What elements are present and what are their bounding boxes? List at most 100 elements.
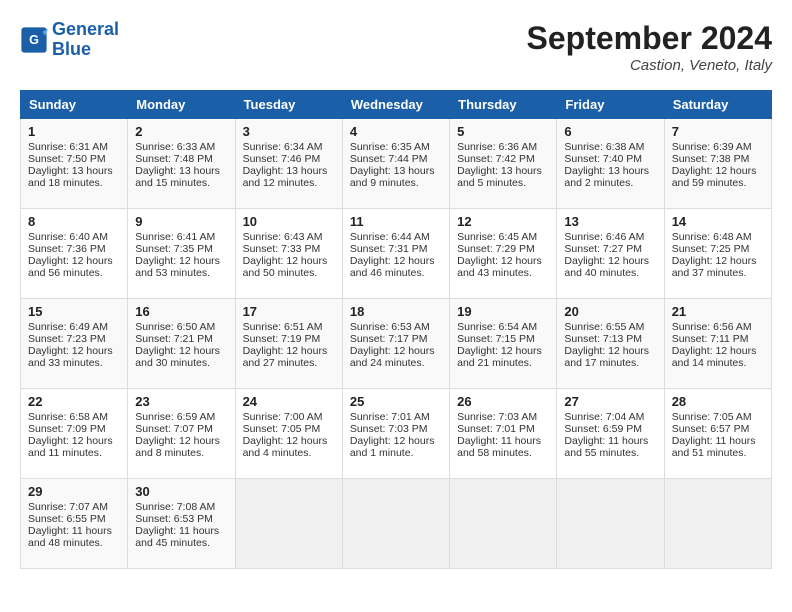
day-detail: Daylight: 11 hours xyxy=(135,525,227,537)
day-detail: Sunset: 7:19 PM xyxy=(243,333,335,345)
calendar-cell: 25 Sunrise: 7:01 AMSunset: 7:03 PMDayligh… xyxy=(342,389,449,479)
day-detail: Sunrise: 6:36 AM xyxy=(457,141,549,153)
day-detail: Daylight: 12 hours xyxy=(350,255,442,267)
day-detail: Sunset: 6:53 PM xyxy=(135,513,227,525)
day-detail: Sunrise: 6:54 AM xyxy=(457,321,549,333)
day-detail: and 37 minutes. xyxy=(672,267,764,279)
day-detail: and 21 minutes. xyxy=(457,357,549,369)
day-number: 12 xyxy=(457,214,549,229)
logo-icon: G xyxy=(20,26,48,54)
day-number: 19 xyxy=(457,304,549,319)
day-detail: Daylight: 12 hours xyxy=(672,165,764,177)
day-number: 25 xyxy=(350,394,442,409)
calendar-cell: 8Sunrise: 6:40 AMSunset: 7:36 PMDaylight… xyxy=(21,209,128,299)
calendar-cell: 4Sunrise: 6:35 AMSunset: 7:44 PMDaylight… xyxy=(342,119,449,209)
day-detail: Sunrise: 7:04 AM xyxy=(564,411,656,423)
calendar-cell: 14Sunrise: 6:48 AMSunset: 7:25 PMDayligh… xyxy=(664,209,771,299)
calendar-cell: 24Sunrise: 7:00 AMSunset: 7:05 PMDayligh… xyxy=(235,389,342,479)
day-detail: Sunset: 6:55 PM xyxy=(28,513,120,525)
title-block: September 2024 Castion, Veneto, Italy xyxy=(527,20,772,74)
day-detail: Daylight: 12 hours xyxy=(457,345,549,357)
day-detail: and 8 minutes. xyxy=(135,447,227,459)
day-detail: and 51 minutes. xyxy=(672,447,764,459)
day-detail: Sunset: 6:59 PM xyxy=(564,423,656,435)
day-number: 27 xyxy=(564,394,656,409)
calendar-header-row: Sunday Monday Tuesday Wednesday Thursday… xyxy=(21,91,772,119)
day-detail: Sunset: 7:11 PM xyxy=(672,333,764,345)
day-detail: Sunset: 7:42 PM xyxy=(457,153,549,165)
day-detail: Sunset: 7:13 PM xyxy=(564,333,656,345)
day-detail: Sunset: 7:35 PM xyxy=(135,243,227,255)
day-detail: and 56 minutes. xyxy=(28,267,120,279)
day-detail: Daylight: 12 hours xyxy=(350,435,442,447)
day-number: 30 xyxy=(135,484,227,499)
day-number: 15 xyxy=(28,304,120,319)
day-detail: Sunrise: 6:34 AM xyxy=(243,141,335,153)
day-detail: Sunrise: 6:31 AM xyxy=(28,141,120,153)
day-detail: Daylight: 12 hours xyxy=(243,435,335,447)
day-detail: Sunrise: 7:01 AM xyxy=(350,411,442,423)
day-detail: and 2 minutes. xyxy=(564,177,656,189)
day-detail: and 4 minutes. xyxy=(243,447,335,459)
day-number: 29 xyxy=(28,484,120,499)
day-detail: Sunrise: 6:49 AM xyxy=(28,321,120,333)
calendar-cell: 11Sunrise: 6:44 AMSunset: 7:31 PMDayligh… xyxy=(342,209,449,299)
day-detail: Daylight: 11 hours xyxy=(672,435,764,447)
day-detail: Daylight: 13 hours xyxy=(564,165,656,177)
day-number: 14 xyxy=(672,214,764,229)
day-number: 3 xyxy=(243,124,335,139)
day-detail: Sunrise: 7:07 AM xyxy=(28,501,120,513)
day-number: 22 xyxy=(28,394,120,409)
day-detail: and 33 minutes. xyxy=(28,357,120,369)
calendar-row: 1Sunrise: 6:31 AMSunset: 7:50 PMDaylight… xyxy=(21,119,772,209)
day-detail: Sunrise: 6:51 AM xyxy=(243,321,335,333)
calendar-cell: 7Sunrise: 6:39 AMSunset: 7:38 PMDaylight… xyxy=(664,119,771,209)
day-detail: Sunset: 7:21 PM xyxy=(135,333,227,345)
day-detail: Sunset: 7:29 PM xyxy=(457,243,549,255)
day-number: 5 xyxy=(457,124,549,139)
day-detail: Sunrise: 7:08 AM xyxy=(135,501,227,513)
col-thursday: Thursday xyxy=(450,91,557,119)
day-detail: and 43 minutes. xyxy=(457,267,549,279)
calendar-cell: 22Sunrise: 6:58 AMSunset: 7:09 PMDayligh… xyxy=(21,389,128,479)
day-number: 13 xyxy=(564,214,656,229)
calendar-cell xyxy=(235,479,342,569)
day-detail: and 27 minutes. xyxy=(243,357,335,369)
day-detail: Sunset: 7:36 PM xyxy=(28,243,120,255)
day-detail: and 30 minutes. xyxy=(135,357,227,369)
col-monday: Monday xyxy=(128,91,235,119)
calendar-cell xyxy=(342,479,449,569)
calendar-cell xyxy=(664,479,771,569)
day-detail: Sunrise: 6:45 AM xyxy=(457,231,549,243)
day-detail: Sunset: 7:03 PM xyxy=(350,423,442,435)
day-detail: and 5 minutes. xyxy=(457,177,549,189)
day-number: 20 xyxy=(564,304,656,319)
day-detail: Sunrise: 6:46 AM xyxy=(564,231,656,243)
day-detail: Daylight: 12 hours xyxy=(28,255,120,267)
day-detail: Sunrise: 7:00 AM xyxy=(243,411,335,423)
calendar-cell: 21Sunrise: 6:56 AMSunset: 7:11 PMDayligh… xyxy=(664,299,771,389)
day-detail: and 58 minutes. xyxy=(457,447,549,459)
day-detail: and 1 minute. xyxy=(350,447,442,459)
day-detail: Daylight: 12 hours xyxy=(135,255,227,267)
day-detail: and 14 minutes. xyxy=(672,357,764,369)
day-detail: Sunset: 7:44 PM xyxy=(350,153,442,165)
day-detail: Sunset: 7:48 PM xyxy=(135,153,227,165)
day-detail: Sunset: 7:15 PM xyxy=(457,333,549,345)
calendar-cell: 5Sunrise: 6:36 AMSunset: 7:42 PMDaylight… xyxy=(450,119,557,209)
calendar-cell: 17Sunrise: 6:51 AMSunset: 7:19 PMDayligh… xyxy=(235,299,342,389)
day-detail: Daylight: 11 hours xyxy=(457,435,549,447)
day-detail: and 48 minutes. xyxy=(28,537,120,549)
day-detail: Sunrise: 7:03 AM xyxy=(457,411,549,423)
month-title: September 2024 xyxy=(527,20,772,57)
day-detail: Sunrise: 6:33 AM xyxy=(135,141,227,153)
day-detail: Daylight: 12 hours xyxy=(135,345,227,357)
col-sunday: Sunday xyxy=(21,91,128,119)
day-detail: and 17 minutes. xyxy=(564,357,656,369)
day-detail: Daylight: 13 hours xyxy=(243,165,335,177)
calendar-cell: 20Sunrise: 6:55 AMSunset: 7:13 PMDayligh… xyxy=(557,299,664,389)
calendar-cell: 28Sunrise: 7:05 AMSunset: 6:57 PMDayligh… xyxy=(664,389,771,479)
day-detail: Sunset: 7:40 PM xyxy=(564,153,656,165)
day-detail: Sunrise: 6:50 AM xyxy=(135,321,227,333)
calendar-cell: 12Sunrise: 6:45 AMSunset: 7:29 PMDayligh… xyxy=(450,209,557,299)
